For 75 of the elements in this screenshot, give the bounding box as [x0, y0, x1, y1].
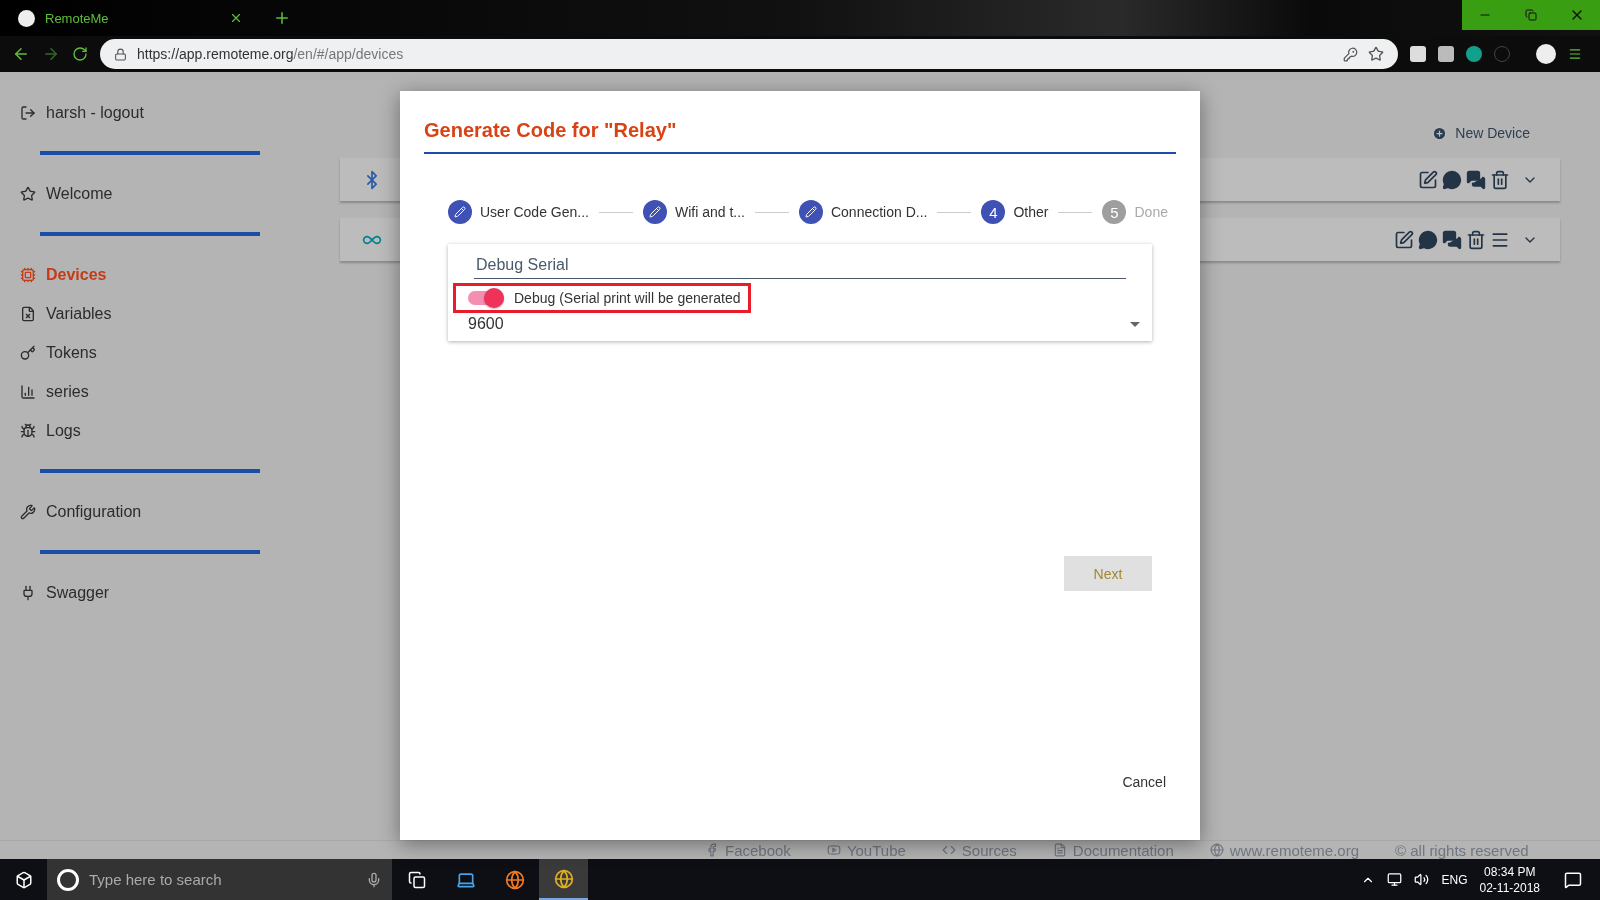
menu-icon[interactable] [1568, 47, 1582, 61]
url-text: https://app.remoteme.org/en/#/app/devices [137, 46, 404, 62]
notifications-icon[interactable] [1564, 870, 1582, 889]
message-icon[interactable] [1418, 229, 1438, 250]
chip-icon [20, 266, 36, 283]
wrench-icon [20, 503, 36, 520]
search-placeholder: Type here to search [89, 871, 222, 888]
dialog-title: Generate Code for "Relay" [424, 119, 1176, 154]
sidebar-item[interactable]: series [0, 372, 275, 411]
language-indicator[interactable]: ENG [1441, 872, 1468, 887]
facebook-icon [705, 843, 719, 857]
restore-icon [1525, 9, 1537, 21]
reload-icon[interactable] [72, 46, 88, 62]
sidebar-item[interactable]: Logs [0, 411, 275, 450]
bar-chart-icon [20, 383, 36, 400]
sidebar-item[interactable]: Swagger [0, 573, 275, 612]
taskbar-search-field[interactable]: Type here to search [47, 859, 392, 900]
plus-circle-icon [1432, 125, 1448, 141]
sidebar-item[interactable]: harsh - logout [0, 93, 275, 132]
key-icon [20, 344, 36, 361]
bug-icon [20, 422, 36, 439]
favicon-icon [18, 9, 35, 27]
sidebar-item[interactable]: Variables [0, 294, 275, 333]
bookmark-star-icon[interactable] [1368, 46, 1384, 62]
back-icon[interactable] [12, 45, 30, 63]
sidebar-item[interactable]: Tokens [0, 333, 275, 372]
globe-icon [1209, 843, 1224, 857]
trash-icon[interactable] [1466, 229, 1486, 250]
step-label[interactable]: Connection D... [830, 204, 928, 220]
close-tab-icon[interactable] [229, 11, 243, 25]
message-icon[interactable] [1442, 169, 1462, 190]
baud-select[interactable]: 9600 [468, 315, 1140, 333]
cancel-button[interactable]: Cancel [1112, 766, 1176, 798]
clock[interactable]: 08:34 PM 02-11-2018 [1479, 863, 1540, 896]
code-icon [941, 843, 956, 857]
browser-tab[interactable]: RemoteMe [0, 0, 253, 36]
trash-icon[interactable] [1490, 169, 1510, 190]
step-number: 4 [981, 200, 1006, 224]
plug-icon [20, 584, 36, 601]
microphone-icon[interactable] [366, 871, 382, 888]
address-bar[interactable]: https://app.remoteme.org/en/#/app/devices [100, 39, 1398, 69]
close-window-button[interactable] [1554, 0, 1600, 30]
section-title: Debug Serial [474, 252, 1126, 279]
logout-icon [20, 104, 36, 121]
messages-icon[interactable] [1466, 169, 1486, 190]
pencil-icon [642, 200, 667, 224]
new-device-button[interactable]: New Device [1432, 125, 1530, 141]
video-icon [826, 843, 841, 857]
volume-icon[interactable] [1414, 872, 1430, 887]
browser-icon[interactable] [539, 859, 588, 900]
step-label[interactable]: Other [1013, 204, 1049, 220]
document-icon [1052, 843, 1067, 857]
profile-avatar[interactable] [1536, 44, 1556, 64]
file-x-icon [20, 305, 36, 322]
tab-title: RemoteMe [45, 10, 110, 26]
messages-icon[interactable] [1442, 229, 1462, 250]
star-icon [20, 185, 36, 202]
sidebar-item[interactable]: Configuration [0, 492, 275, 531]
step-label[interactable]: User Code Gen... [480, 204, 589, 220]
pencil-icon [798, 200, 823, 224]
key-icon[interactable] [1343, 46, 1358, 62]
toggle-switch[interactable] [468, 291, 504, 305]
sidebar-item[interactable]: Welcome [0, 174, 275, 213]
network-icon[interactable] [1387, 872, 1403, 887]
new-tab-icon[interactable] [273, 9, 291, 27]
lock-icon [114, 47, 127, 61]
step-number: 5 [1102, 200, 1127, 224]
pencil-icon [448, 200, 472, 224]
extension-icon[interactable] [1466, 46, 1482, 62]
edit-icon[interactable] [1418, 169, 1438, 190]
step-label[interactable]: Wifi and t... [674, 204, 745, 220]
edit-icon[interactable] [1394, 229, 1414, 250]
forward-icon[interactable] [42, 45, 60, 63]
toggle-label: Debug (Serial print will be generated [514, 290, 741, 306]
cortana-ring-icon [57, 868, 79, 891]
